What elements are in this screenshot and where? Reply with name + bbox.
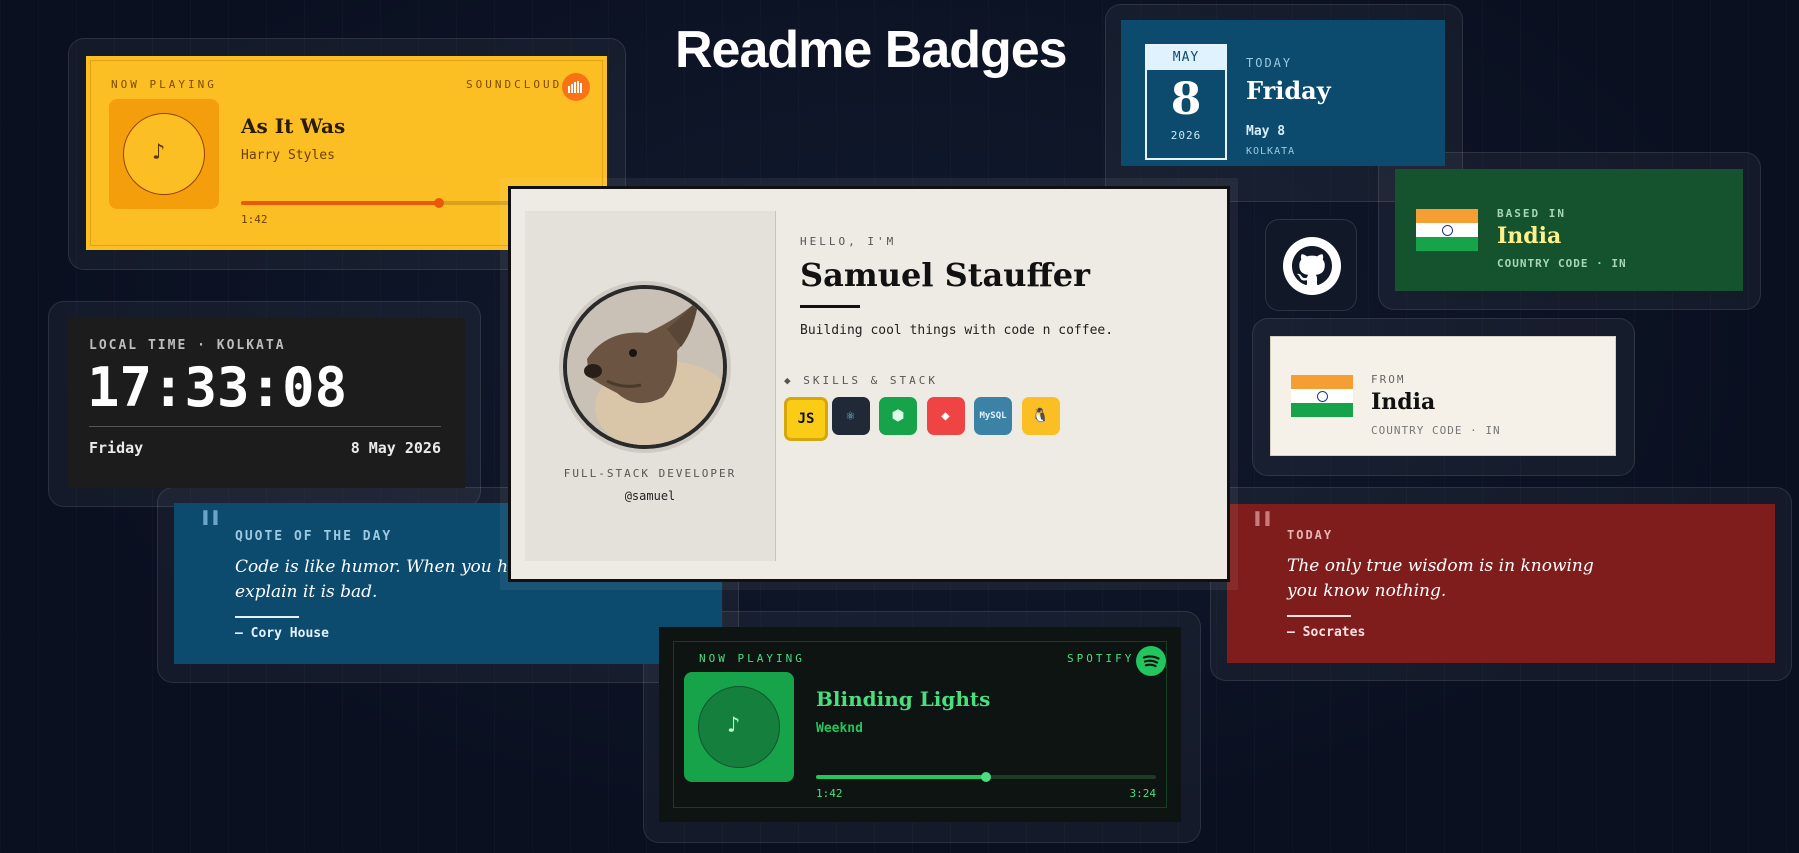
spotify-progress[interactable] <box>816 772 1156 782</box>
spotify-progress-fill <box>816 775 986 779</box>
clock-card: LOCAL TIME · KOLKATA 17:33:08 Friday 8 M… <box>68 318 465 488</box>
clock-time: 17:33:08 <box>87 356 348 419</box>
skills-label: ◆ SKILLS & STACK <box>784 374 938 387</box>
calendar-year: 2026 <box>1170 129 1202 142</box>
quote-author: — Cory House <box>235 626 329 641</box>
dog-photo-icon <box>567 289 723 445</box>
profile-handle[interactable]: @samuel <box>525 489 775 503</box>
spotify-label: SPOTIFY <box>1067 652 1135 665</box>
profile-role: FULL-STACK DEVELOPER <box>563 467 737 480</box>
react-icon[interactable]: ⚛ <box>831 397 870 435</box>
profile-name: Samuel Stauffer <box>800 256 1090 294</box>
quote-divider <box>235 616 299 618</box>
weekday: Friday <box>1246 76 1331 105</box>
based-in-country: India <box>1497 223 1562 249</box>
avatar[interactable] <box>563 285 727 449</box>
git-icon[interactable]: ◆ <box>926 397 965 435</box>
india-flag-icon <box>1291 375 1353 417</box>
date-line: May 8 <box>1246 124 1286 139</box>
based-in-label: BASED IN <box>1497 207 1566 220</box>
calendar-month: MAY <box>1147 46 1225 70</box>
music-note-icon: ♪ <box>152 140 166 165</box>
quote-text: The only true wisdom is in knowing you k… <box>1287 556 1594 601</box>
now-playing-label: NOW PLAYING <box>111 78 217 91</box>
soundcloud-icon[interactable] <box>562 73 590 101</box>
spotify-card[interactable]: NOW PLAYING SPOTIFY ♪ Blinding Lights We… <box>659 627 1181 822</box>
elapsed-time: 1:42 <box>816 787 843 800</box>
soundcloud-label: SOUNDCLOUD <box>466 78 563 91</box>
disc-icon: ♪ <box>698 686 780 768</box>
quote-label: QUOTE OF THE DAY <box>235 529 393 544</box>
quote-mark-icon: " <box>1250 501 1275 564</box>
spotify-progress-knob[interactable] <box>981 772 991 782</box>
mysql-icon[interactable]: MySQL <box>974 397 1012 435</box>
from-label: FROM <box>1371 373 1406 386</box>
spotify-icon[interactable] <box>1136 646 1166 676</box>
track-title: Blinding Lights <box>816 687 991 711</box>
github-icon[interactable] <box>1283 237 1341 295</box>
clock-date: 8 May 2026 <box>350 439 441 457</box>
total-time: 3:24 <box>1129 787 1157 800</box>
based-in-code: COUNTRY CODE · IN <box>1497 257 1627 270</box>
track-title: As It Was <box>241 114 346 138</box>
profile-tagline: Building cool things with code n coffee. <box>800 323 1114 338</box>
soundcloud-progress-knob[interactable] <box>434 198 444 208</box>
javascript-icon[interactable]: JS <box>784 397 828 441</box>
from-country: India <box>1371 389 1436 415</box>
clock-divider <box>89 426 441 427</box>
now-playing-label: NOW PLAYING <box>699 652 805 665</box>
music-note-icon: ♪ <box>727 713 741 738</box>
date-card: MAY 8 2026 TODAY Friday May 8 KOLKATA <box>1121 20 1445 166</box>
name-underline <box>800 305 860 308</box>
page-title: Readme Badges <box>675 21 1068 79</box>
disc-icon: ♪ <box>123 113 205 195</box>
from-card: FROM India COUNTRY CODE · IN <box>1270 336 1616 456</box>
clock-weekday: Friday <box>89 439 144 457</box>
nodejs-icon[interactable]: ⬢ <box>879 397 917 435</box>
quote-divider <box>1287 615 1351 617</box>
linux-icon[interactable]: 🐧 <box>1021 397 1060 435</box>
album-art: ♪ <box>684 672 794 782</box>
quote-today-card: " TODAY The only true wisdom is in knowi… <box>1227 504 1775 663</box>
today-label: TODAY <box>1246 56 1293 70</box>
soundcloud-progress-fill <box>241 201 439 205</box>
from-code: COUNTRY CODE · IN <box>1371 424 1501 437</box>
album-art: ♪ <box>109 99 219 209</box>
calendar-icon: MAY 8 2026 <box>1145 44 1227 160</box>
city-label: KOLKATA <box>1246 146 1296 157</box>
github-badge[interactable] <box>1265 219 1357 311</box>
quote-author: — Socrates <box>1287 625 1366 640</box>
track-artist: Weeknd <box>816 721 863 736</box>
elapsed-time: 1:42 <box>241 213 268 226</box>
profile-left-panel: FULL-STACK DEVELOPER @samuel <box>525 211 776 561</box>
clock-label: LOCAL TIME · KOLKATA <box>89 338 286 353</box>
greeting: HELLO, I'M <box>800 235 897 248</box>
profile-card: FULL-STACK DEVELOPER @samuel HELLO, I'M … <box>508 186 1230 582</box>
calendar-day: 8 <box>1170 74 1202 125</box>
quote-mark-icon: " <box>198 500 223 563</box>
based-in-card: BASED IN India COUNTRY CODE · IN <box>1395 169 1743 291</box>
quote-label: TODAY <box>1287 528 1334 542</box>
india-flag-icon <box>1416 209 1478 251</box>
track-artist: Harry Styles <box>241 148 335 163</box>
